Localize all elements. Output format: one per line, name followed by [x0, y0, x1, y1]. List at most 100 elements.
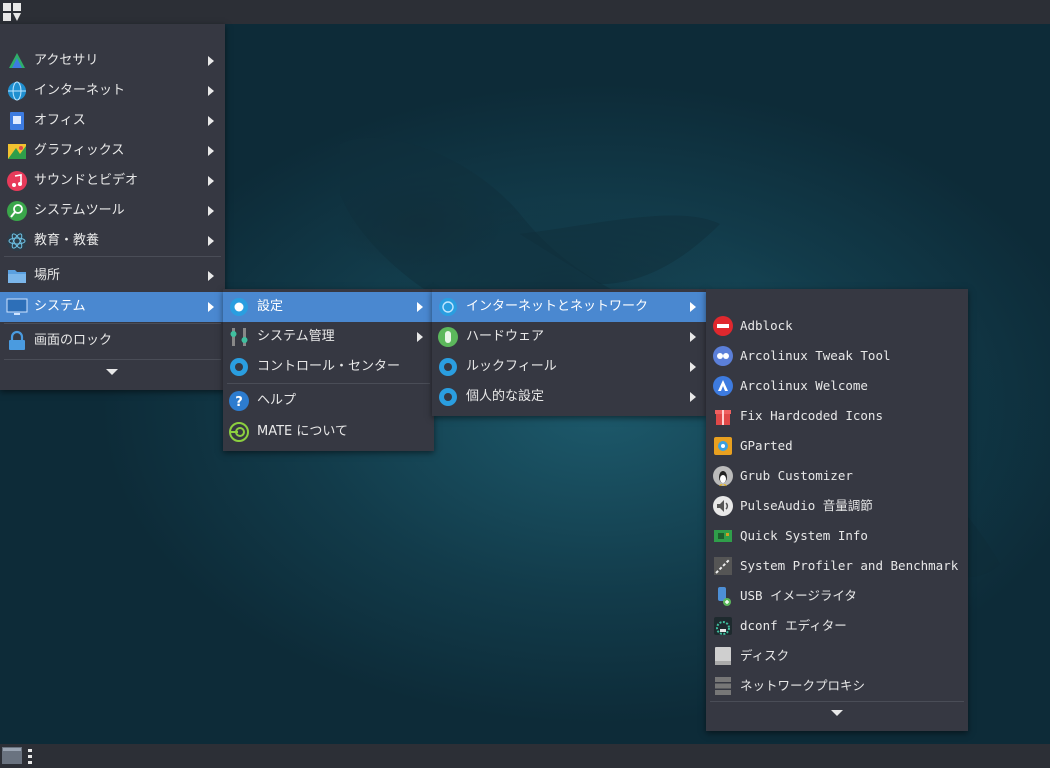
menu-item-internet[interactable]: インターネット: [0, 76, 225, 106]
menu-item-label: ハードウェア: [466, 329, 545, 344]
menu-item-label: Arcolinux Tweak Tool: [740, 348, 891, 363]
submenu-arrow-icon: [208, 146, 214, 156]
menu-item-administration[interactable]: システム管理: [223, 322, 434, 352]
menu-item-label: コントロール・センター: [257, 359, 401, 374]
network-menu-item[interactable]: dconf エディター: [706, 611, 968, 641]
menu-item-label: Fix Hardcoded Icons: [740, 408, 883, 423]
administration-icon: [230, 328, 248, 346]
menu-item-label: Grub Customizer: [740, 468, 853, 483]
menu-item-label: 設定: [257, 299, 284, 314]
menu-item-label: ディスク: [740, 648, 790, 663]
magnifier-icon: [7, 201, 27, 221]
menu-item-label: システム管理: [257, 329, 335, 344]
network-menu-item[interactable]: System Profiler and Benchmark: [706, 551, 968, 581]
menu-item-label: グラフィックス: [34, 143, 125, 158]
dconf-icon: [714, 617, 732, 635]
menu-item-personal[interactable]: 個人的な設定: [432, 382, 706, 412]
menu-item-label: 教育・教養: [34, 233, 100, 248]
submenu-arrow-icon: [417, 302, 423, 312]
tux-gear-icon: [713, 466, 733, 486]
network-menu-item[interactable]: ディスク: [706, 641, 968, 671]
network-menu-item[interactable]: Arcolinux Tweak Tool: [706, 341, 968, 371]
menu-item-settings[interactable]: 設定: [223, 292, 434, 322]
network-menu-item[interactable]: Adblock: [706, 311, 968, 341]
menu-item-label: Adblock: [740, 318, 793, 333]
scroll-down-icon[interactable]: [831, 710, 843, 716]
network-menu-item[interactable]: Fix Hardcoded Icons: [706, 401, 968, 431]
appearance-gear-icon: [439, 358, 457, 376]
menu-item-help[interactable]: ? ヘルプ: [223, 386, 434, 416]
menu-item-lock-screen[interactable]: 画面のロック: [0, 326, 225, 356]
atom-icon: [7, 231, 27, 251]
network-menu-item[interactable]: Quick System Info: [706, 521, 968, 551]
profiler-icon: [714, 557, 732, 575]
menu-item-label: 場所: [34, 268, 61, 283]
menu-item-label: インターネット: [34, 83, 126, 98]
menu-item-accessories[interactable]: アクセサリ: [0, 46, 225, 76]
folder-icon: [8, 270, 26, 283]
system-submenu: 設定 システム管理 コントロール・センター ? ヘルプ MATE について: [223, 289, 434, 451]
menu-item-places[interactable]: 場所: [0, 261, 225, 291]
menu-item-graphics[interactable]: グラフィックス: [0, 136, 225, 166]
circuit-board-icon: [714, 530, 732, 542]
help-icon: ?: [229, 391, 249, 411]
menu-item-label: システム: [34, 299, 86, 314]
submenu-arrow-icon: [208, 176, 214, 186]
submenu-arrow-icon: [208, 271, 214, 281]
main-menu: アクセサリ インターネット オフィス グラフィックス サウンドとビデオ システム: [0, 24, 225, 390]
submenu-arrow-icon: [208, 302, 214, 312]
top-panel: [0, 0, 1050, 24]
scroll-down-icon[interactable]: [106, 369, 118, 375]
menu-item-sound-video[interactable]: サウンドとビデオ: [0, 166, 225, 196]
menu-item-label: ルックフィール: [466, 359, 557, 374]
lock-icon: [9, 330, 25, 350]
menu-item-office[interactable]: オフィス: [0, 106, 225, 136]
application-menu-icon[interactable]: [2, 2, 22, 22]
menu-item-label: USB イメージライタ: [740, 588, 857, 603]
menu-separator: [710, 701, 964, 702]
show-desktop-icon[interactable]: [2, 747, 22, 764]
network-menu-item[interactable]: GParted: [706, 431, 968, 461]
panel-drag-handle-icon[interactable]: [28, 748, 32, 764]
menu-item-internet-network[interactable]: インターネットとネットワーク: [432, 292, 706, 322]
graphics-icon: [8, 144, 26, 159]
menu-item-education[interactable]: 教育・教養: [0, 226, 225, 256]
personal-gear-icon: [439, 388, 457, 406]
disk-icon: [715, 647, 731, 665]
submenu-arrow-icon: [208, 116, 214, 126]
network-menu-item[interactable]: PulseAudio 音量調節: [706, 491, 968, 521]
network-menu-item[interactable]: ネットワークプロキシ: [706, 671, 968, 701]
bottom-panel: [0, 744, 1050, 768]
menu-item-hardware[interactable]: ハードウェア: [432, 322, 706, 352]
submenu-arrow-icon: [690, 362, 696, 372]
menu-item-label: オフィス: [34, 113, 86, 128]
submenu-arrow-icon: [690, 332, 696, 342]
menu-separator: [4, 256, 221, 257]
arcolinux-icon: [713, 376, 733, 396]
menu-item-label: System Profiler and Benchmark: [740, 558, 959, 573]
tweak-tool-icon: [713, 346, 733, 366]
submenu-arrow-icon: [208, 86, 214, 96]
network-menu-item[interactable]: USB イメージライタ: [706, 581, 968, 611]
monitor-icon: [6, 298, 28, 315]
gparted-icon: [714, 437, 732, 455]
network-menu-item[interactable]: Arcolinux Welcome: [706, 371, 968, 401]
menu-item-system[interactable]: システム: [0, 292, 225, 322]
submenu-arrow-icon: [208, 56, 214, 66]
menu-item-label: Quick System Info: [740, 528, 868, 543]
submenu-arrow-icon: [417, 332, 423, 342]
menu-item-label: アクセサリ: [34, 53, 99, 68]
settings-gear-icon: [230, 298, 248, 316]
menu-item-look-and-feel[interactable]: ルックフィール: [432, 352, 706, 382]
network-menu-item[interactable]: Grub Customizer: [706, 461, 968, 491]
menu-item-label: システムツール: [34, 203, 125, 218]
menu-item-label: GParted: [740, 438, 793, 453]
menu-item-label: PulseAudio 音量調節: [740, 498, 873, 513]
menu-item-control-center[interactable]: コントロール・センター: [223, 352, 434, 382]
mate-logo-icon: [229, 422, 249, 442]
menu-item-about-mate[interactable]: MATE について: [223, 417, 434, 447]
menu-item-system-tools[interactable]: システムツール: [0, 196, 225, 226]
menu-item-label: Arcolinux Welcome: [740, 378, 868, 393]
hardware-mouse-icon: [438, 327, 458, 347]
menu-item-label: 画面のロック: [34, 333, 113, 348]
